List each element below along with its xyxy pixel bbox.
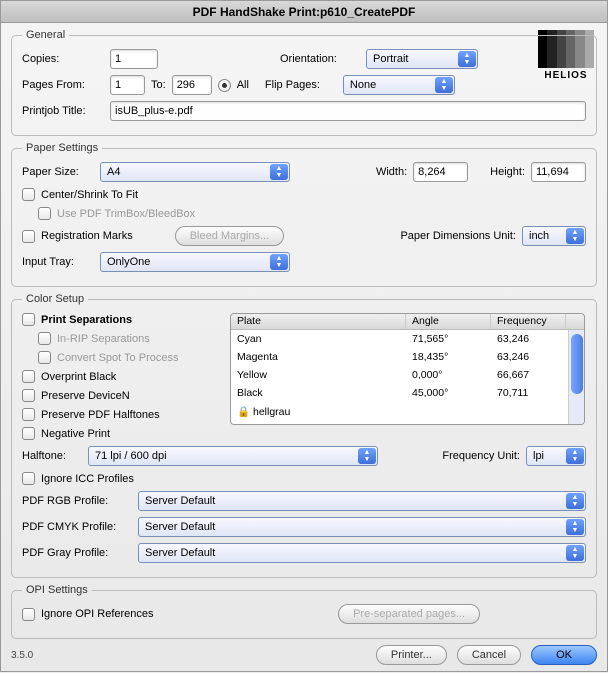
general-legend: General bbox=[22, 29, 69, 41]
input-tray-label: Input Tray: bbox=[22, 256, 94, 268]
gray-select[interactable]: Server Default▲▼ bbox=[138, 543, 586, 563]
cancel-button[interactable]: Cancel bbox=[457, 645, 521, 665]
chevron-updown-icon: ▲▼ bbox=[566, 228, 584, 244]
preserve-dn-label: Preserve DeviceN bbox=[41, 390, 130, 402]
cmyk-select[interactable]: Server Default▲▼ bbox=[138, 517, 586, 537]
halftone-label: Halftone: bbox=[22, 450, 82, 462]
dimension-unit-label: Paper Dimensions Unit: bbox=[400, 230, 516, 242]
negative-label: Negative Print bbox=[41, 428, 110, 440]
ignore-opi-checkbox[interactable] bbox=[22, 608, 35, 621]
chevron-updown-icon: ▲▼ bbox=[566, 493, 584, 509]
center-shrink-checkbox[interactable] bbox=[22, 188, 35, 201]
lock-icon: 🔒 bbox=[237, 406, 250, 418]
freq-unit-select[interactable]: lpi▲▼ bbox=[526, 446, 586, 466]
angle-col-header: Angle bbox=[406, 314, 491, 329]
convert-spot-checkbox bbox=[38, 351, 51, 364]
chevron-updown-icon: ▲▼ bbox=[566, 545, 584, 561]
tray-select[interactable]: OnlyOne▲▼ bbox=[100, 252, 290, 272]
chevron-updown-icon: ▲▼ bbox=[358, 448, 376, 464]
plate-row: Cyan71,565°63,246 bbox=[231, 330, 568, 348]
copies-label: Copies: bbox=[22, 53, 104, 65]
window-title: PDF HandShake Print:p610_CreatePDF bbox=[1, 1, 607, 23]
general-group: General Copies: Orientation: Portrait▲▼ … bbox=[11, 29, 597, 136]
to-label: To: bbox=[151, 79, 166, 91]
copies-input[interactable] bbox=[110, 49, 158, 69]
unit-select[interactable]: inch▲▼ bbox=[522, 226, 586, 246]
freq-unit-label: Frequency Unit: bbox=[442, 450, 520, 462]
orientation-label: Orientation: bbox=[280, 53, 360, 65]
chevron-updown-icon: ▲▼ bbox=[458, 51, 476, 67]
printjob-label: Printjob Title: bbox=[22, 105, 104, 117]
rgb-select[interactable]: Server Default▲▼ bbox=[138, 491, 586, 511]
width-label: Width: bbox=[376, 166, 407, 178]
plate-row: Magenta18,435°63,246 bbox=[231, 348, 568, 366]
chevron-updown-icon: ▲▼ bbox=[270, 164, 288, 180]
pages-from-label: Pages From: bbox=[22, 79, 104, 91]
registration-checkbox[interactable] bbox=[22, 230, 35, 243]
gray-profile-label: PDF Gray Profile: bbox=[22, 547, 132, 559]
scrollbar[interactable] bbox=[568, 330, 584, 424]
orientation-select[interactable]: Portrait▲▼ bbox=[366, 49, 478, 69]
paper-legend: Paper Settings bbox=[22, 142, 102, 154]
negative-checkbox[interactable] bbox=[22, 427, 35, 440]
registration-label: Registration Marks bbox=[41, 230, 133, 242]
pages-to-input[interactable] bbox=[172, 75, 212, 95]
bleed-margins-button: Bleed Margins... bbox=[175, 226, 284, 246]
plate-row: Black45,000°70,711 bbox=[231, 384, 568, 402]
ignore-icc-label: Ignore ICC Profiles bbox=[41, 473, 134, 485]
chevron-updown-icon: ▲▼ bbox=[435, 77, 453, 93]
color-group: Color Setup Print Separations In-RIP Sep… bbox=[11, 293, 597, 578]
chevron-updown-icon: ▲▼ bbox=[566, 448, 584, 464]
ignore-icc-checkbox[interactable] bbox=[22, 472, 35, 485]
ignore-opi-label: Ignore OPI References bbox=[41, 608, 154, 620]
rgb-profile-label: PDF RGB Profile: bbox=[22, 495, 132, 507]
preserve-ht-label: Preserve PDF Halftones bbox=[41, 409, 160, 421]
inrip-label: In-RIP Separations bbox=[57, 333, 150, 345]
plate-col-header: Plate bbox=[231, 314, 406, 329]
opi-group: OPI Settings Ignore OPI References Pre-s… bbox=[11, 584, 597, 639]
paper-size-select[interactable]: A4▲▼ bbox=[100, 162, 290, 182]
overprint-label: Overprint Black bbox=[41, 371, 116, 383]
freq-col-header: Frequency bbox=[491, 314, 566, 329]
inrip-checkbox bbox=[38, 332, 51, 345]
flip-label: Flip Pages: bbox=[265, 79, 337, 91]
all-label: All bbox=[237, 79, 249, 91]
opi-legend: OPI Settings bbox=[22, 584, 92, 596]
paper-size-label: Paper Size: bbox=[22, 166, 94, 178]
height-input[interactable] bbox=[531, 162, 586, 182]
color-legend: Color Setup bbox=[22, 293, 88, 305]
all-radio[interactable] bbox=[218, 79, 231, 92]
paper-group: Paper Settings Paper Size: A4▲▼ Width: H… bbox=[11, 142, 597, 287]
version-text: 3.5.0 bbox=[11, 650, 33, 661]
printjob-input[interactable] bbox=[110, 101, 586, 121]
print-sep-checkbox[interactable] bbox=[22, 313, 35, 326]
plate-table[interactable]: Plate Angle Frequency Cyan71,565°63,246 … bbox=[230, 313, 585, 425]
convert-spot-label: Convert Spot To Process bbox=[57, 352, 178, 364]
halftone-select[interactable]: 71 lpi / 600 dpi▲▼ bbox=[88, 446, 378, 466]
ok-button[interactable]: OK bbox=[531, 645, 597, 665]
chevron-updown-icon: ▲▼ bbox=[566, 519, 584, 535]
flip-select[interactable]: None▲▼ bbox=[343, 75, 455, 95]
preserve-ht-checkbox[interactable] bbox=[22, 408, 35, 421]
pages-from-input[interactable] bbox=[110, 75, 145, 95]
plate-row: 🔒 hellgrau bbox=[231, 402, 568, 420]
center-shrink-label: Center/Shrink To Fit bbox=[41, 189, 138, 201]
overprint-checkbox[interactable] bbox=[22, 370, 35, 383]
preseparated-button: Pre-separated pages... bbox=[338, 604, 480, 624]
plate-row: Yellow0,000°66,667 bbox=[231, 366, 568, 384]
preserve-dn-checkbox[interactable] bbox=[22, 389, 35, 402]
print-sep-label: Print Separations bbox=[41, 314, 132, 326]
height-label: Height: bbox=[490, 166, 525, 178]
trimbox-label: Use PDF TrimBox/BleedBox bbox=[57, 208, 195, 220]
width-input[interactable] bbox=[413, 162, 468, 182]
cmyk-profile-label: PDF CMYK Profile: bbox=[22, 521, 132, 533]
trimbox-checkbox bbox=[38, 207, 51, 220]
printer-button[interactable]: Printer... bbox=[376, 645, 447, 665]
chevron-updown-icon: ▲▼ bbox=[270, 254, 288, 270]
